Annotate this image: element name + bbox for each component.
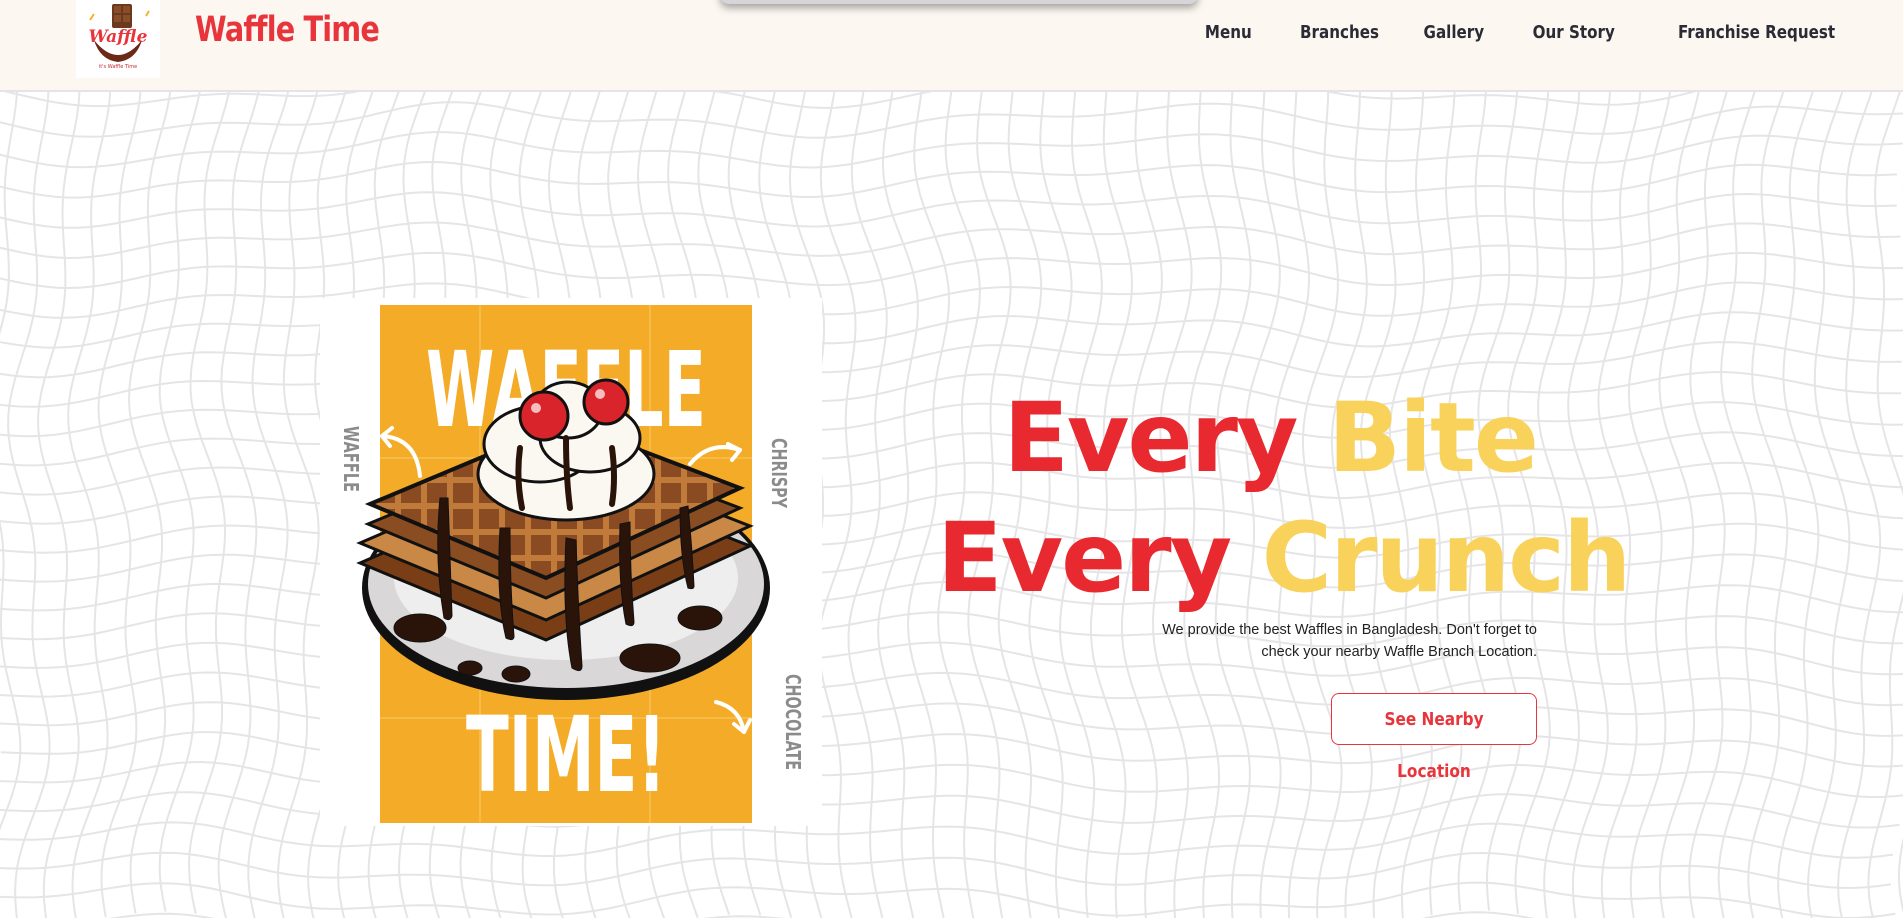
hero-headline-line-2: Every Crunch [937, 498, 1631, 618]
main-nav: Menu Branches Gallery Our Story Franchis… [1196, 22, 1835, 43]
hero-headline-accent-word: Bite [1327, 382, 1539, 494]
hero-headline-word: Every [937, 502, 1232, 614]
poster-side-left-text: WAFFLE [339, 426, 363, 492]
poster-bottom-text: TIME! [466, 694, 666, 816]
nav-item-gallery[interactable]: Gallery [1424, 22, 1485, 43]
hero-headline-line-1: Every Bite [937, 378, 1539, 498]
brand-title[interactable]: Waffle Time [195, 10, 380, 50]
hero-poster: WAFFLE TIME! WAFFLE CHRISPY CHOCOLATE [320, 298, 822, 826]
hero-section: Every Bite Every Crunch We provide the b… [937, 378, 1631, 782]
nav-item-branches[interactable]: Branches [1300, 22, 1379, 43]
nav-item-franchise-request[interactable]: Franchise Request [1678, 22, 1835, 43]
brand-logo[interactable]: Waffle it's Waffle Time [76, 0, 160, 78]
nav-item-menu[interactable]: Menu [1205, 22, 1252, 43]
hero-headline-word: Every [1003, 382, 1298, 494]
logo-wordmark: Waffle [89, 27, 148, 47]
poster-side-right-top-text: CHRISPY [767, 438, 791, 508]
nav-item-our-story[interactable]: Our Story [1533, 22, 1615, 43]
cta-label: See Nearby Location [1384, 708, 1484, 782]
floating-pill-shadow [720, 0, 1198, 4]
logo-tagline: it's Waffle Time [99, 64, 137, 70]
hero-headline-accent-word: Crunch [1261, 502, 1632, 614]
site-header: Waffle it's Waffle Time Waffle Time Menu… [0, 0, 1903, 92]
poster-side-right-bottom-text: CHOCOLATE [781, 674, 805, 770]
hero-description: We provide the best Waffles in Banglades… [1162, 622, 1537, 660]
chocolate-waffle-logo-icon: Waffle it's Waffle Time [89, 4, 150, 70]
landing-page: Waffle it's Waffle Time Waffle Time Menu… [0, 0, 1903, 918]
waffle-poster-illustration: WAFFLE TIME! WAFFLE CHRISPY CHOCOLATE [339, 305, 805, 823]
see-nearby-location-button[interactable]: See Nearby Location [1331, 692, 1537, 782]
